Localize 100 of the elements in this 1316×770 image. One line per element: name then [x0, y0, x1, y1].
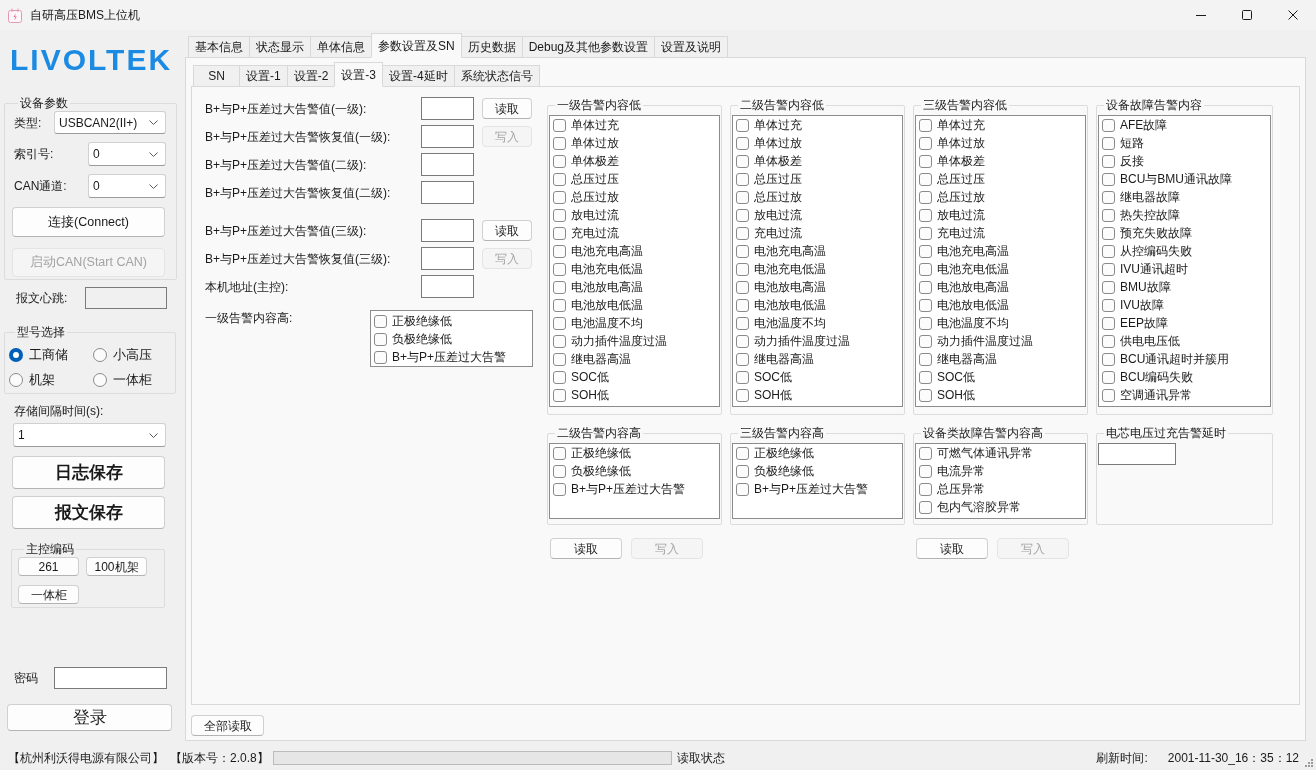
checkbox[interactable]	[736, 118, 749, 132]
read-button[interactable]: 读取	[916, 538, 988, 559]
checkbox[interactable]	[553, 370, 566, 384]
checkbox[interactable]	[553, 464, 566, 478]
checkbox[interactable]	[736, 464, 749, 478]
sub-tab[interactable]: 设置-4延时	[382, 65, 455, 87]
checkbox[interactable]	[374, 332, 387, 346]
checkbox[interactable]	[919, 244, 932, 258]
checkbox[interactable]	[736, 262, 749, 276]
input-field[interactable]	[421, 219, 474, 242]
save-log-button[interactable]: 日志保存	[12, 456, 165, 489]
checkbox[interactable]	[553, 316, 566, 330]
checkbox[interactable]	[553, 334, 566, 348]
checkbox[interactable]	[1102, 190, 1115, 204]
checkbox[interactable]	[736, 226, 749, 240]
checkbox[interactable]	[919, 446, 932, 460]
checkbox[interactable]	[553, 388, 566, 402]
read-button[interactable]: 读取	[482, 220, 532, 241]
checkbox[interactable]	[1102, 334, 1115, 348]
password-field[interactable]	[54, 667, 167, 689]
radio-button[interactable]	[9, 373, 23, 387]
input-field[interactable]	[421, 181, 474, 204]
input-field[interactable]	[421, 125, 474, 148]
tab[interactable]: 参数设置及SN	[371, 33, 462, 58]
connect-button[interactable]: 连接(Connect)	[12, 207, 165, 237]
checkbox[interactable]	[919, 316, 932, 330]
checkbox[interactable]	[736, 298, 749, 312]
sub-tab[interactable]: 设置-1	[239, 65, 288, 87]
dropdown[interactable]: 1	[13, 423, 166, 447]
sub-tab[interactable]: 系统状态信号	[453, 65, 540, 87]
checkbox[interactable]	[919, 172, 932, 186]
checkbox[interactable]	[1102, 136, 1115, 150]
read-button[interactable]: 读取	[550, 538, 622, 559]
checkbox[interactable]	[919, 154, 932, 168]
checkbox[interactable]	[736, 190, 749, 204]
checkbox[interactable]	[736, 280, 749, 294]
input-field[interactable]	[421, 97, 474, 120]
code-button[interactable]: 一体柜	[18, 585, 79, 604]
checkbox[interactable]	[736, 172, 749, 186]
sub-tab[interactable]: SN	[193, 65, 240, 87]
checkbox[interactable]	[1102, 208, 1115, 222]
checkbox[interactable]	[919, 352, 932, 366]
checkbox[interactable]	[919, 226, 932, 240]
checkbox[interactable]	[736, 388, 749, 402]
checkbox[interactable]	[736, 482, 749, 496]
checkbox[interactable]	[1102, 262, 1115, 276]
checkbox[interactable]	[919, 464, 932, 478]
read-all-button[interactable]: 全部读取	[191, 715, 264, 736]
checkbox[interactable]	[1102, 316, 1115, 330]
checkbox[interactable]	[736, 316, 749, 330]
checkbox[interactable]	[919, 190, 932, 204]
tab[interactable]: 设置及说明	[654, 36, 729, 58]
checkbox[interactable]	[736, 370, 749, 384]
sub-tab[interactable]: 设置-2	[286, 65, 336, 87]
checkbox[interactable]	[736, 352, 749, 366]
checkbox[interactable]	[919, 208, 932, 222]
radio-button[interactable]	[9, 348, 23, 362]
checkbox[interactable]	[736, 136, 749, 150]
checkbox[interactable]	[1102, 226, 1115, 240]
input-field[interactable]	[421, 247, 474, 270]
sub-tab[interactable]: 设置-3	[334, 62, 383, 87]
checkbox[interactable]	[374, 314, 387, 328]
checkbox[interactable]	[553, 280, 566, 294]
checkbox[interactable]	[736, 154, 749, 168]
checkbox[interactable]	[1102, 352, 1115, 366]
dropdown[interactable]: 0	[88, 142, 166, 166]
checkbox[interactable]	[553, 190, 566, 204]
checkbox[interactable]	[553, 482, 566, 496]
checkbox[interactable]	[919, 298, 932, 312]
checkbox[interactable]	[1102, 154, 1115, 168]
code-button[interactable]: 261	[18, 557, 79, 576]
checkbox[interactable]	[553, 352, 566, 366]
input-field[interactable]	[1098, 443, 1176, 465]
input-field[interactable]	[421, 275, 474, 298]
checkbox[interactable]	[1102, 280, 1115, 294]
checkbox[interactable]	[736, 334, 749, 348]
checkbox[interactable]	[736, 244, 749, 258]
dropdown[interactable]: 0	[88, 174, 166, 198]
dropdown[interactable]: USBCAN2(II+)	[54, 111, 166, 134]
checkbox[interactable]	[553, 154, 566, 168]
checkbox[interactable]	[553, 446, 566, 460]
input-field[interactable]	[421, 153, 474, 176]
checkbox[interactable]	[919, 262, 932, 276]
checkbox[interactable]	[374, 350, 387, 364]
checkbox[interactable]	[919, 482, 932, 496]
checkbox[interactable]	[919, 118, 932, 132]
checkbox[interactable]	[736, 446, 749, 460]
checkbox[interactable]	[1102, 172, 1115, 186]
checkbox[interactable]	[919, 500, 932, 514]
radio-button[interactable]	[93, 348, 107, 362]
checkbox[interactable]	[1102, 370, 1115, 384]
radio-button[interactable]	[93, 373, 107, 387]
checkbox[interactable]	[553, 226, 566, 240]
save-message-button[interactable]: 报文保存	[12, 496, 165, 529]
read-button[interactable]: 读取	[482, 98, 532, 119]
checkbox[interactable]	[919, 370, 932, 384]
checkbox[interactable]	[553, 172, 566, 186]
checkbox[interactable]	[553, 208, 566, 222]
checkbox[interactable]	[553, 262, 566, 276]
checkbox[interactable]	[1102, 298, 1115, 312]
